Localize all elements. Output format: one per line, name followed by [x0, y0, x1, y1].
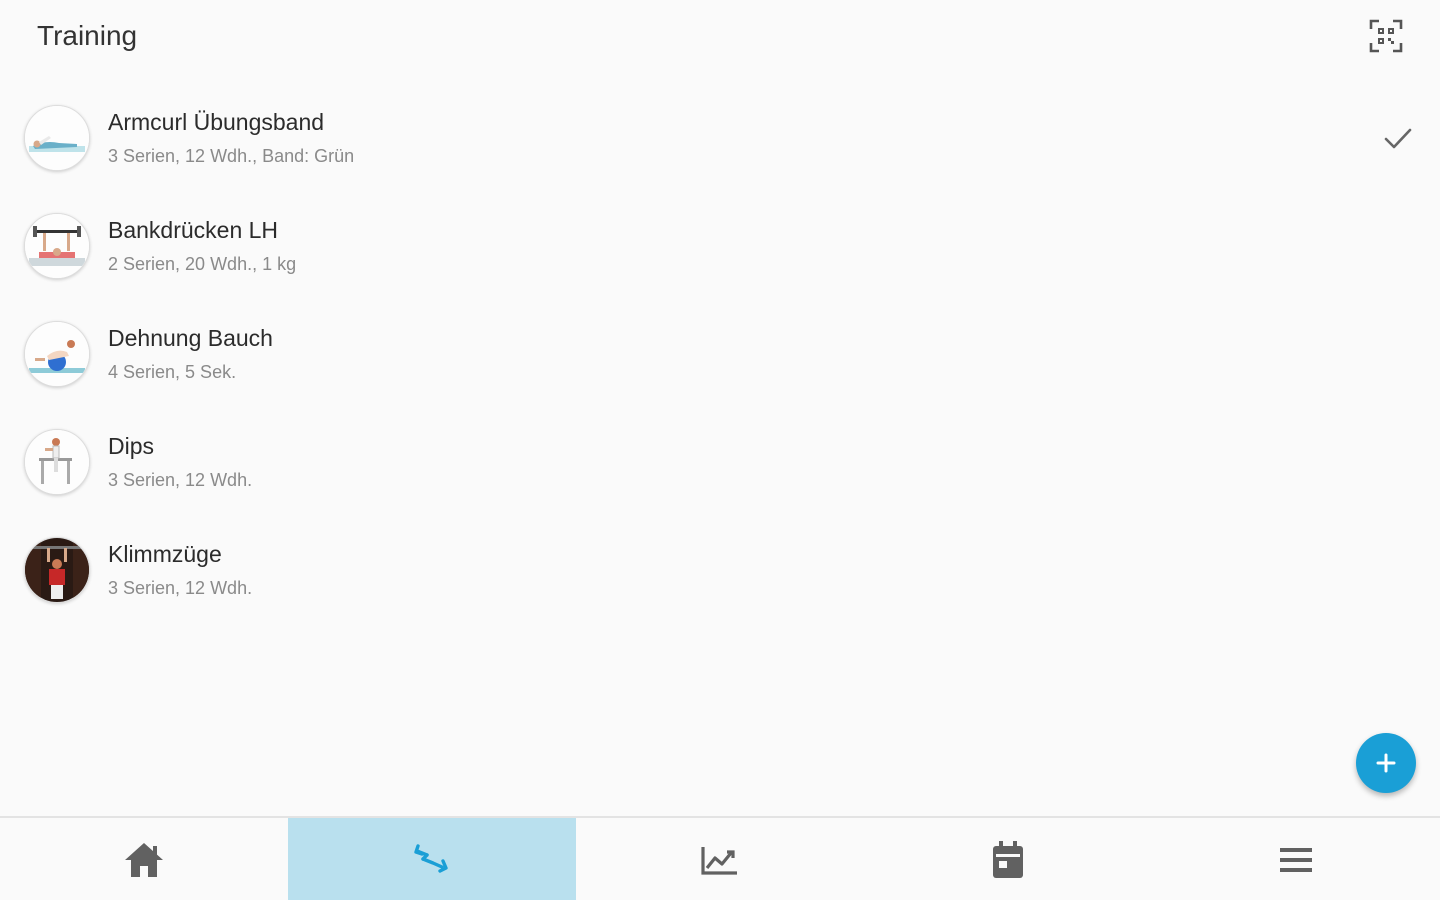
- exercise-name: Bankdrücken LH: [108, 217, 279, 243]
- exercise-row-bankdruecken[interactable]: Bankdrücken LH 2 Serien, 20 Wdh., 1 kg: [0, 192, 1440, 300]
- exercise-row-dehnung-bauch[interactable]: Dehnung Bauch 4 Serien, 5 Sek.: [0, 300, 1440, 408]
- exercise-name: Dehnung Bauch: [108, 325, 273, 351]
- exercise-name: Klimmzüge: [108, 541, 222, 567]
- nav-training[interactable]: [288, 818, 576, 900]
- chart-icon: [701, 847, 737, 875]
- exercise-row-klimmzuege[interactable]: Klimmzüge 3 Serien, 12 Wdh.: [0, 516, 1440, 624]
- exercise-row-armcurl[interactable]: Armcurl Übungsband 3 Serien, 12 Wdh., Ba…: [0, 84, 1440, 192]
- exercise-thumbnail: [24, 537, 90, 603]
- exercise-thumbnail: [24, 429, 90, 495]
- calendar-icon: [993, 841, 1023, 878]
- exercise-details: 3 Serien, 12 Wdh.: [108, 578, 253, 598]
- exercise-details: 3 Serien, 12 Wdh.: [108, 470, 253, 490]
- nav-menu[interactable]: [1152, 818, 1440, 900]
- exercise-thumbnail: [24, 105, 90, 171]
- top-app-bar: Training: [0, 0, 1440, 72]
- qr-scan-icon: [1369, 19, 1403, 53]
- menu-icon: [1280, 848, 1312, 872]
- page-title: Training: [37, 20, 138, 51]
- exercise-details: 3 Serien, 12 Wdh., Band: Grün: [108, 146, 355, 166]
- home-icon: [125, 843, 163, 877]
- exercise-details: 2 Serien, 20 Wdh., 1 kg: [108, 254, 297, 274]
- exercise-thumbnail: [24, 213, 90, 279]
- nav-statistics[interactable]: [576, 818, 864, 900]
- bottom-navigation: [0, 816, 1440, 900]
- app-screen: Training Armcurl Übungsband 3 Serien, 12…: [0, 0, 1440, 900]
- exercise-details: 4 Serien, 5 Sek.: [108, 362, 237, 382]
- checkmark-icon: [1384, 128, 1412, 149]
- exercise-row-dips[interactable]: Dips 3 Serien, 12 Wdh.: [0, 408, 1440, 516]
- qr-scan-button[interactable]: [1364, 14, 1408, 58]
- exercise-thumbnail: [24, 321, 90, 387]
- exercise-swap-icon: [414, 844, 448, 873]
- nav-calendar[interactable]: [864, 818, 1152, 900]
- add-exercise-button[interactable]: [1356, 733, 1416, 793]
- exercise-name: Dips: [108, 433, 155, 459]
- exercise-list: Armcurl Übungsband 3 Serien, 12 Wdh., Ba…: [0, 84, 1440, 624]
- nav-home[interactable]: [0, 818, 288, 900]
- plus-icon: [1376, 753, 1396, 773]
- exercise-name: Armcurl Übungsband: [108, 109, 325, 135]
